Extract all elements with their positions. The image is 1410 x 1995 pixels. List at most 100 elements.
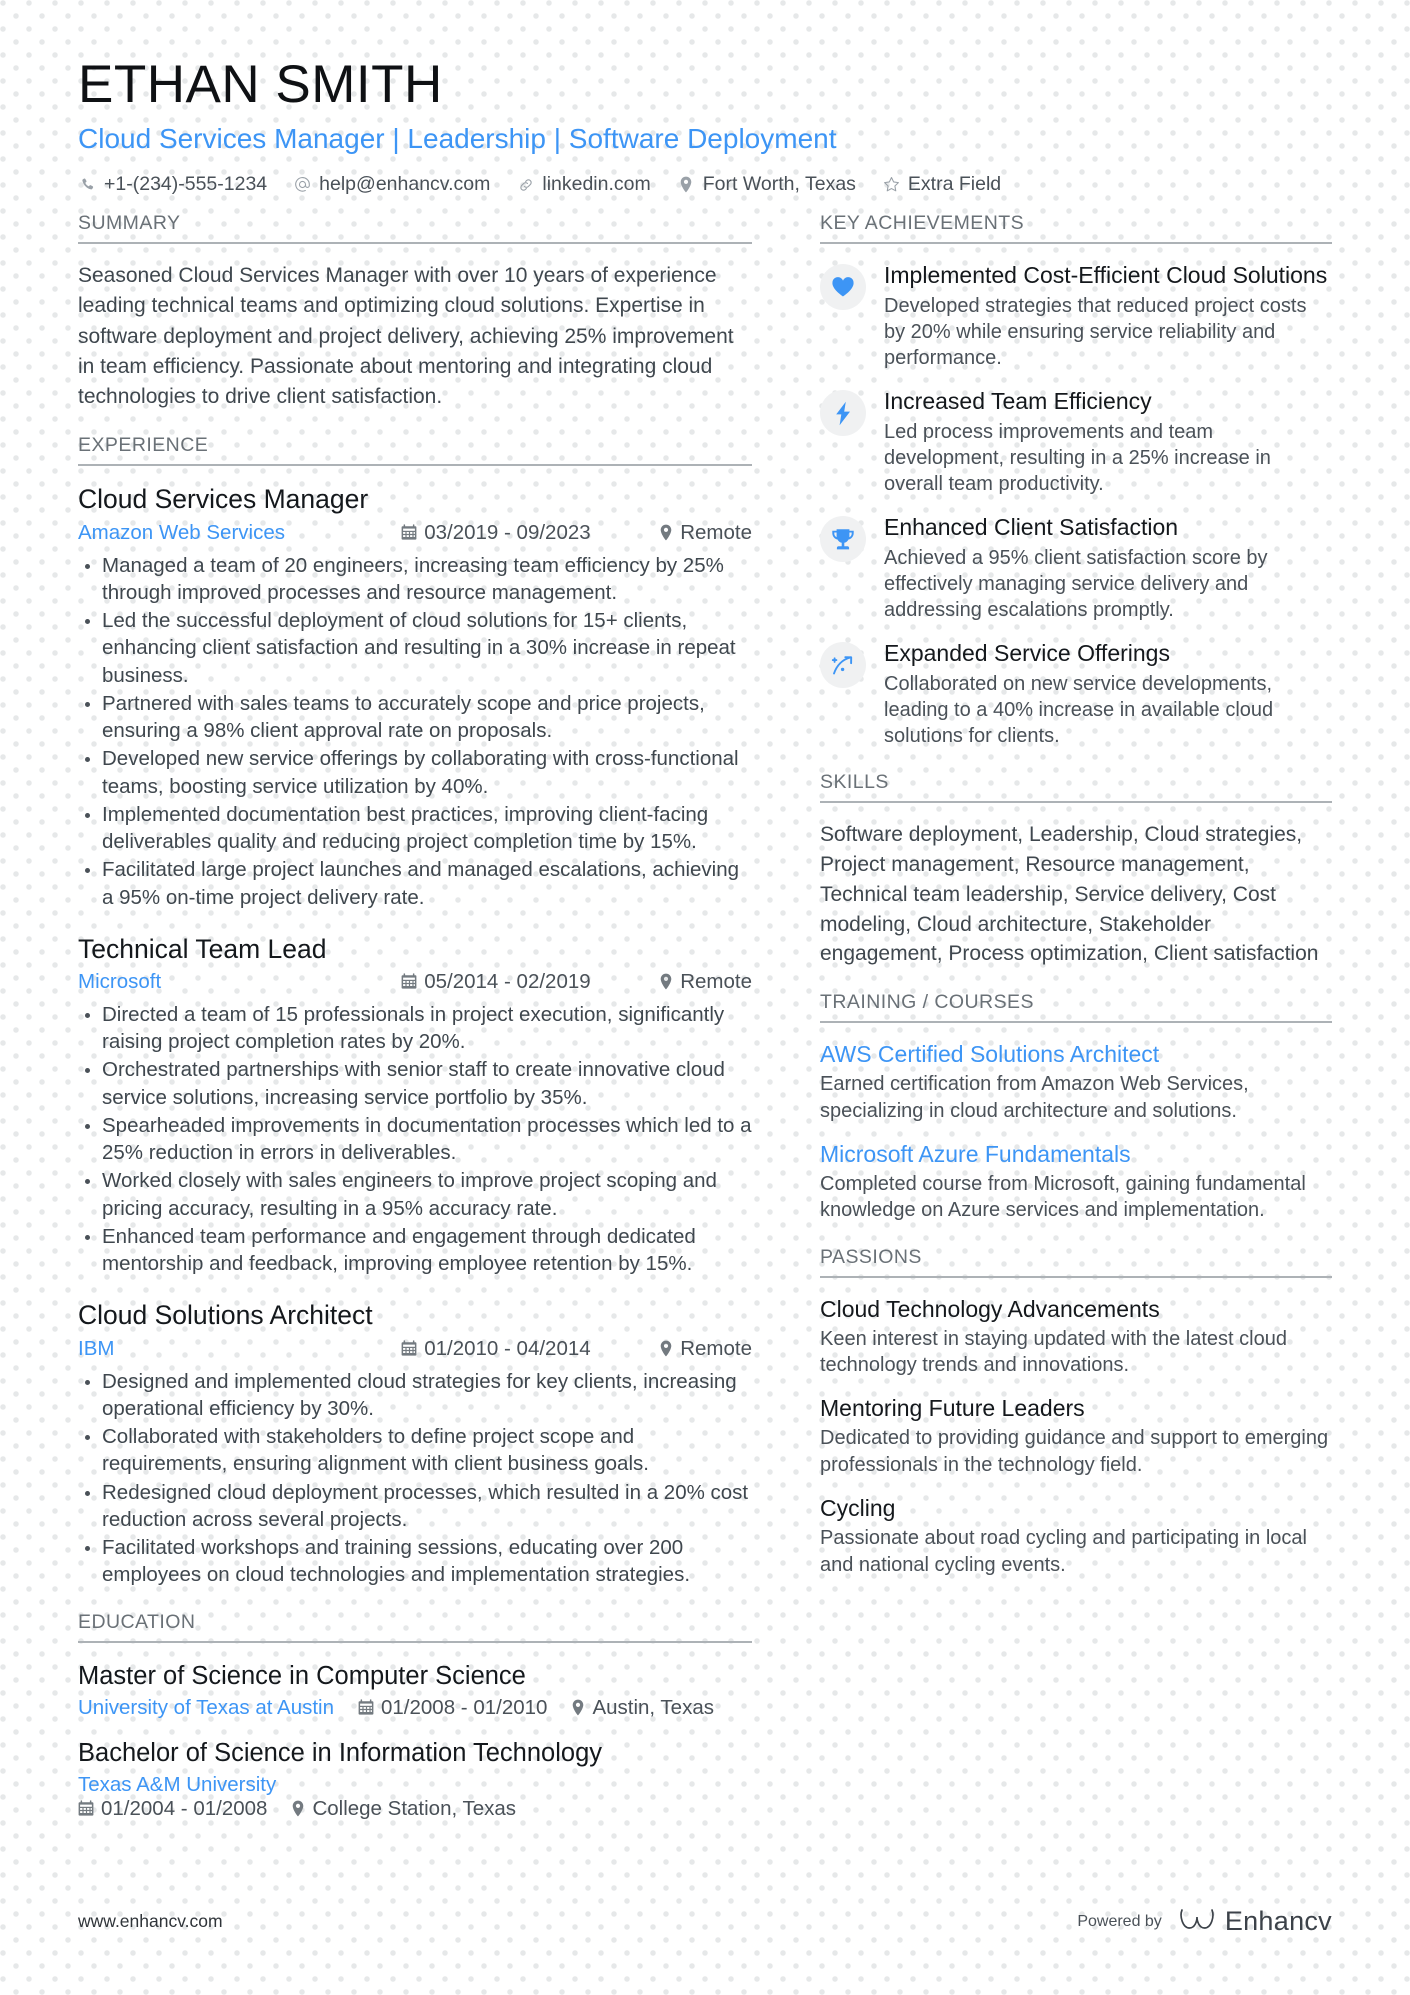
passions-list: Cloud Technology Advancements Keen intere… [820, 1295, 1332, 1578]
job-company[interactable]: Amazon Web Services [78, 521, 401, 545]
experience-entry: Cloud Solutions Architect IBM 01/2010 - 04… [78, 1299, 752, 1588]
contact-item-at-sign[interactable]: help@enhancv.com [293, 173, 490, 196]
achievement-body: Enhanced Client Satisfaction Achieved a 9… [884, 513, 1332, 623]
job-bullets: Designed and implemented cloud strategie… [78, 1368, 752, 1589]
skills-section: SKILLS Software deployment, Leadership, … [820, 771, 1332, 969]
achievement-title: Increased Team Efficiency [884, 388, 1152, 415]
contact-item-map-pin[interactable]: Fort Worth, Texas [677, 173, 856, 196]
powered-by-label: Powered by [1077, 1912, 1162, 1930]
achievement-item: Expanded Service Offerings Collaborated o… [820, 639, 1332, 749]
education-degree: Bachelor of Science in Information Techn… [78, 1738, 603, 1767]
contact-row: +1-(234)-555-1234 help@enhancv.com linkedi… [78, 173, 1332, 196]
contact-text: help@enhancv.com [319, 173, 491, 196]
page-title: ETHAN SMITH [78, 55, 443, 114]
link-icon [516, 177, 535, 193]
job-location: Remote [659, 1337, 752, 1361]
achievement-body: Implemented Cost-Efficient Cloud Solutio… [884, 261, 1332, 371]
contact-item-star[interactable]: Extra Field [882, 173, 1001, 196]
job-bullet: Worked closely with sales engineers to i… [78, 1167, 752, 1222]
training-description: Earned certification from Amazon Web Ser… [820, 1073, 1249, 1122]
education-section-title: EDUCATION [78, 1611, 752, 1643]
job-bullet: Orchestrated partnerships with senior st… [78, 1056, 752, 1111]
job-bullet: Implemented documentation best practices… [78, 801, 752, 856]
map-pin-icon [659, 524, 673, 541]
job-bullet: Managed a team of 20 engineers, increasi… [78, 552, 752, 607]
contact-item-link[interactable]: linkedin.com [516, 173, 651, 196]
achievement-description: Achieved a 95% client satisfaction score… [884, 547, 1268, 622]
job-bullet: Redesigned cloud deployment processes, w… [78, 1479, 752, 1534]
job-location: Remote [659, 521, 752, 545]
job-bullets: Directed a team of 15 professionals in p… [78, 1001, 752, 1278]
skills-section-title: SKILLS [820, 771, 1332, 804]
job-bullet: Designed and implemented cloud strategie… [78, 1368, 752, 1423]
achievement-title: Expanded Service Offerings [884, 640, 1170, 667]
job-title: Technical Team Lead [78, 933, 327, 964]
calendar-icon [401, 524, 417, 541]
achievement-title: Implemented Cost-Efficient Cloud Solutio… [884, 262, 1328, 289]
education-school[interactable]: University of Texas at Austin [78, 1696, 334, 1720]
education-entry: Bachelor of Science in Information Techn… [78, 1737, 752, 1821]
contact-text: +1-(234)-555-1234 [104, 173, 268, 196]
job-dates-text: 05/2014 - 02/2019 [424, 969, 591, 993]
job-dates: 01/2010 - 04/2014 [401, 1337, 637, 1361]
calendar-icon [401, 1340, 417, 1357]
calendar-icon [358, 1699, 374, 1716]
job-company[interactable]: Microsoft [78, 970, 401, 994]
contact-text: Extra Field [907, 173, 1002, 196]
map-pin-icon [677, 176, 696, 193]
education-dates: 01/2008 - 01/2010 [358, 1696, 547, 1720]
education-school[interactable]: Texas A&M University [78, 1773, 276, 1797]
contact-text: Fort Worth, Texas [702, 173, 856, 196]
job-meta: Microsoft 05/2014 - 02/2019 Remote [78, 970, 752, 994]
achievement-item: Implemented Cost-Efficient Cloud Solutio… [820, 261, 1332, 371]
education-section: EDUCATION Master of Science in Computer … [78, 1611, 752, 1821]
map-pin-icon [571, 1699, 585, 1716]
resume-body: SUMMARY Seasoned Cloud Services Manager … [78, 212, 1332, 1843]
passion-title: Cycling [820, 1495, 896, 1522]
map-pin-icon [659, 1340, 673, 1357]
experience-entry: Cloud Services Manager Amazon Web Service… [78, 483, 752, 910]
job-title: Cloud Services Manager [78, 484, 369, 515]
job-location: Remote [659, 970, 752, 994]
job-bullet: Partnered with sales teams to accurately… [78, 690, 752, 745]
training-description: Completed course from Microsoft, gaining… [820, 1172, 1306, 1222]
passion-description: Keen interest in staying updated with th… [820, 1327, 1287, 1377]
job-title: Cloud Solutions Architect [78, 1300, 373, 1331]
job-bullet: Led the successful deployment of cloud s… [78, 607, 752, 689]
job-bullet: Directed a team of 15 professionals in p… [78, 1001, 752, 1056]
job-dates: 05/2014 - 02/2019 [401, 970, 637, 994]
contact-item-phone[interactable]: +1-(234)-555-1234 [78, 173, 267, 196]
achievements-section-title: KEY ACHIEVEMENTS [820, 212, 1332, 245]
enhancv-logo: Enhancv [1179, 1906, 1332, 1937]
footer-branding: Powered by Enhancv [1077, 1906, 1332, 1937]
training-item: Microsoft Azure Fundamentals Completed co… [820, 1140, 1332, 1224]
passion-item: Cycling Passionate about road cycling and… [820, 1494, 1332, 1578]
training-title[interactable]: AWS Certified Solutions Architect [820, 1040, 1332, 1069]
education-dates-text: 01/2008 - 01/2010 [381, 1695, 548, 1719]
job-bullet: Facilitated workshops and training sessi… [78, 1534, 752, 1589]
experience-section-title: EXPERIENCE [78, 434, 752, 467]
trophy-icon [820, 516, 866, 563]
achievements-list: Implemented Cost-Efficient Cloud Solutio… [820, 261, 1332, 749]
training-section: TRAINING / COURSES AWS Certified Solutio… [820, 991, 1332, 1224]
job-bullet: Spearheaded improvements in documentatio… [78, 1112, 752, 1167]
job-location-text: Remote [680, 520, 752, 544]
skills-text: Software deployment, Leadership, Cloud s… [820, 823, 1319, 966]
professional-headline: Cloud Services Manager | Leadership | So… [78, 123, 837, 155]
passion-description: Dedicated to providing guidance and supp… [820, 1427, 1329, 1476]
footer-website-url[interactable]: www.enhancv.com [78, 1911, 223, 1932]
achievement-item: Increased Team Efficiency Led process imp… [820, 387, 1332, 497]
job-meta: IBM 01/2010 - 04/2014 Remote [78, 1337, 752, 1361]
training-title[interactable]: Microsoft Azure Fundamentals [820, 1140, 1332, 1169]
education-dates-text: 01/2004 - 01/2008 [101, 1796, 268, 1820]
job-bullet: Collaborated with stakeholders to define… [78, 1423, 752, 1478]
contact-text: linkedin.com [542, 173, 651, 196]
education-location-text: Austin, Texas [592, 1695, 714, 1719]
summary-section-title: SUMMARY [78, 212, 752, 245]
star-icon [882, 176, 901, 193]
education-entry: Master of Science in Computer Science Uni… [78, 1660, 752, 1720]
experience-entry: Technical Team Lead Microsoft 05/2014 - 02… [78, 933, 752, 1278]
training-item: AWS Certified Solutions Architect Earned … [820, 1040, 1332, 1124]
left-column: SUMMARY Seasoned Cloud Services Manager … [78, 212, 792, 1843]
job-company[interactable]: IBM [78, 1337, 401, 1361]
